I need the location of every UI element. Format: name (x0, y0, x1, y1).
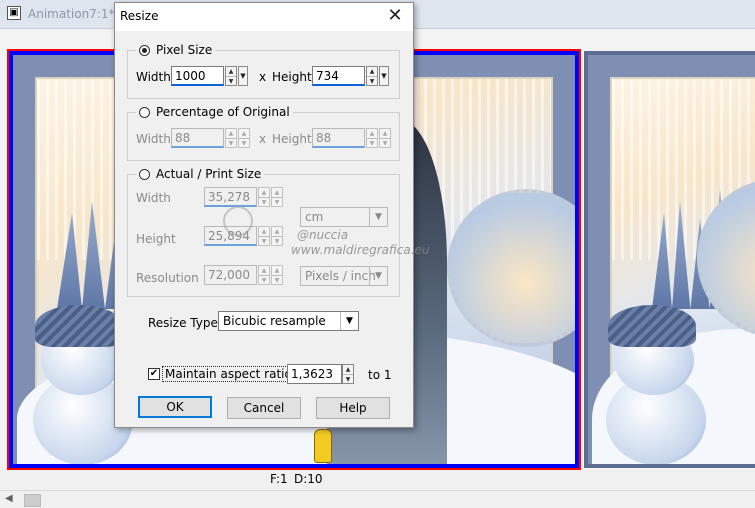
status-bar: F:1 D:10 (0, 470, 755, 490)
resize-dialog: Resize ✕ Pixel Size Width 1000 ▲ ▼ ▼ x He… (114, 2, 430, 428)
chevron-down-icon: ▼ (369, 208, 387, 226)
aspect-ratio-input[interactable]: 1,3623 (287, 364, 342, 384)
close-icon[interactable]: ✕ (385, 5, 405, 27)
print-width-spinner-2[interactable]: ▲ ▼ (271, 187, 283, 207)
percent-height-spinner[interactable]: ▲ ▼ (366, 128, 378, 148)
percentage-option[interactable]: Percentage of Original (136, 104, 293, 120)
pixel-width-spinner[interactable]: ▲ ▼ (225, 66, 237, 86)
resolution-input[interactable]: 72,000 (204, 265, 257, 285)
resolution-unit-select[interactable]: Pixels / inch ▼ (300, 266, 388, 286)
frame-number: F:1 (270, 472, 288, 486)
resize-type-select[interactable]: Bicubic resample ▼ (218, 311, 359, 331)
print-height-spinner-2[interactable]: ▲ ▼ (271, 226, 283, 246)
print-width-spinner[interactable]: ▲ ▼ (258, 187, 270, 207)
aspect-ratio-suffix: to 1 (368, 368, 392, 382)
percent-x-label: x (259, 132, 267, 146)
dialog-title: Resize (120, 9, 159, 23)
pixel-width-unit-dropdown[interactable]: ▼ (238, 66, 248, 86)
watermark-name: @nuccia (297, 228, 349, 242)
background-window-title: Animation7:1* [ (28, 7, 123, 21)
print-height-spinner[interactable]: ▲ ▼ (258, 226, 270, 246)
percent-height-label: Height (272, 132, 312, 146)
resolution-spinner-2[interactable]: ▲ ▼ (271, 265, 283, 285)
print-width-input[interactable]: 35,278 (204, 187, 257, 207)
cancel-button[interactable]: Cancel (227, 397, 301, 419)
resolution-spinner[interactable]: ▲ ▼ (258, 265, 270, 285)
chevron-down-icon: ▼ (369, 267, 387, 285)
percent-height-spinner-2[interactable]: ▲ ▼ (379, 128, 391, 148)
pixel-size-option[interactable]: Pixel Size (136, 42, 216, 58)
aspect-ratio-checkbox[interactable]: ✔ (148, 368, 160, 380)
percent-height-input[interactable]: 88 (312, 128, 365, 148)
watermark-url: www.maldiregrafica.eu (291, 243, 430, 257)
frame-duration: D:10 (294, 472, 323, 486)
dialog-titlebar: Resize ✕ (115, 3, 413, 31)
help-button[interactable]: Help (316, 397, 390, 419)
print-width-label: Width (136, 191, 171, 205)
print-size-radio[interactable] (139, 168, 150, 180)
percent-width-input[interactable]: 88 (171, 128, 224, 148)
ok-button[interactable]: OK (138, 396, 212, 418)
percent-width-label: Width (136, 132, 171, 146)
percentage-radio[interactable] (139, 106, 150, 118)
print-size-label: Actual / Print Size (156, 167, 262, 181)
pixel-x-label: x (259, 70, 267, 84)
percent-width-spinner-2[interactable]: ▲ ▼ (238, 128, 250, 148)
pixel-width-label: Width (136, 70, 171, 84)
pixel-height-input[interactable]: 734 (312, 66, 365, 86)
pixel-size-label: Pixel Size (156, 43, 213, 57)
pixel-height-label: Height (272, 70, 312, 84)
print-height-label: Height (136, 232, 176, 246)
pixel-height-unit-dropdown[interactable]: ▼ (379, 66, 389, 86)
chevron-down-icon: ▼ (340, 312, 358, 330)
percent-width-spinner[interactable]: ▲ ▼ (225, 128, 237, 148)
aspect-ratio-spinner[interactable]: ▲ ▼ (342, 364, 354, 384)
scroll-left-icon[interactable]: ◀ (5, 493, 13, 504)
watermark-heart-icon (223, 206, 253, 236)
pixel-size-radio[interactable] (139, 44, 150, 56)
pointer-hand-icon (314, 429, 332, 463)
scrollbar-thumb[interactable] (24, 494, 41, 507)
resize-type-label: Resize Type (148, 316, 218, 330)
horizontal-scrollbar[interactable]: ◀ (0, 490, 755, 508)
pixel-height-spinner[interactable]: ▲ ▼ (366, 66, 378, 86)
print-size-option[interactable]: Actual / Print Size (136, 166, 265, 182)
percentage-label: Percentage of Original (156, 105, 290, 119)
app-icon: ▣ (7, 6, 21, 20)
resolution-label: Resolution (136, 271, 199, 285)
frame-2[interactable] (584, 51, 755, 468)
pixel-width-input[interactable]: 1000 (171, 66, 224, 86)
print-unit-select[interactable]: cm ▼ (300, 207, 388, 227)
